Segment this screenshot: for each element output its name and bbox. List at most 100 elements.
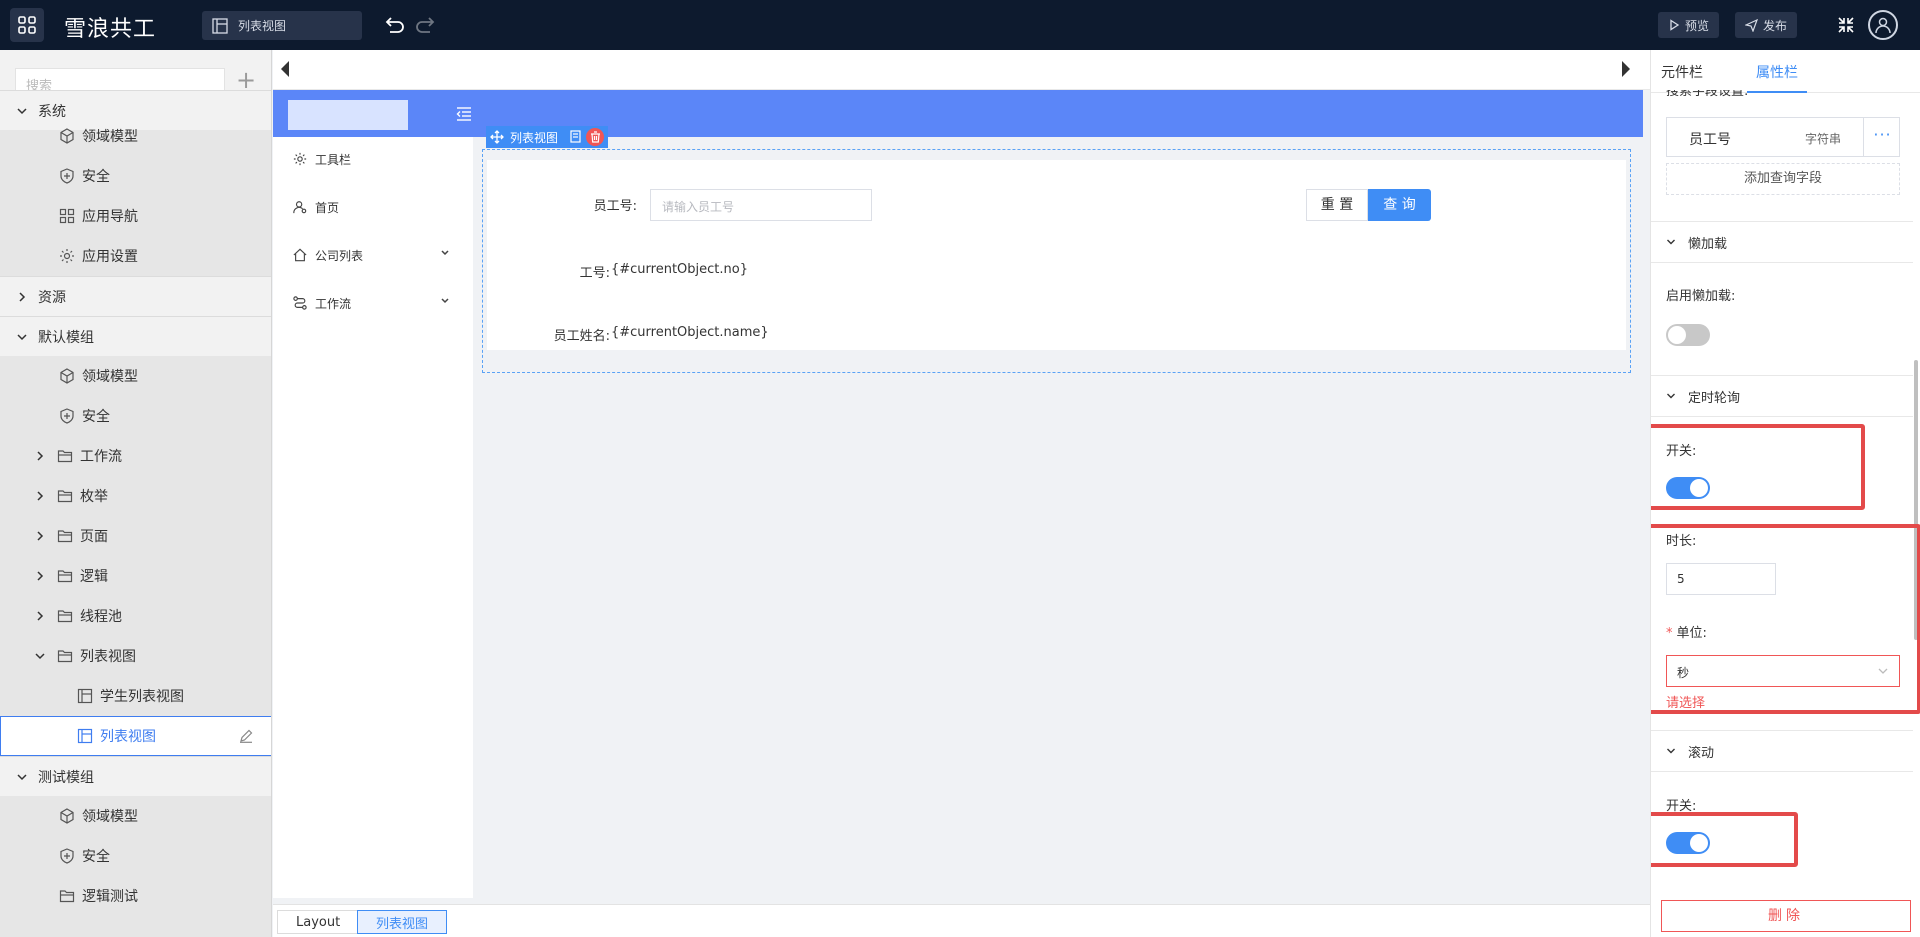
nav-item-workflow[interactable]: 工作流 bbox=[293, 291, 458, 315]
tree-item-domain-model[interactable]: 领域模型 bbox=[0, 116, 271, 156]
nav-item-company-list[interactable]: 公司列表 bbox=[293, 243, 458, 267]
active-tab-indicator bbox=[1747, 91, 1807, 93]
tab-components[interactable]: 元件栏 bbox=[1661, 62, 1703, 82]
tree-item-security[interactable]: 安全 bbox=[0, 396, 271, 436]
chevron-down-icon bbox=[441, 298, 449, 304]
breadcrumb: Layout 列表视图 bbox=[273, 904, 1650, 937]
field-label-name: 员工姓名: bbox=[553, 329, 610, 344]
chevron-right-icon bbox=[32, 448, 48, 464]
tree-folder-logic-test[interactable]: 逻辑测试 bbox=[0, 876, 271, 916]
section-scroll[interactable]: 滚动 bbox=[1651, 730, 1913, 772]
breadcrumb-item-layout[interactable]: Layout bbox=[277, 910, 360, 934]
tree-folder-enum[interactable]: 枚举 bbox=[0, 476, 271, 516]
logo-placeholder bbox=[288, 100, 408, 130]
search-field-label: 员工号: bbox=[593, 199, 637, 214]
trash-icon bbox=[590, 131, 600, 143]
collapse-menu-icon[interactable] bbox=[456, 107, 472, 121]
preview-button[interactable]: 预览 bbox=[1658, 12, 1720, 38]
tree-item-label: 逻辑 bbox=[80, 569, 108, 585]
add-query-field-button[interactable]: 添加查询字段 bbox=[1666, 163, 1900, 195]
user-icon bbox=[293, 201, 307, 214]
breadcrumb-item-list-view[interactable]: 列表视图 bbox=[357, 910, 448, 934]
copy-icon[interactable] bbox=[568, 130, 582, 144]
publish-button[interactable]: 发布 bbox=[1735, 12, 1798, 38]
folder-icon bbox=[56, 647, 74, 665]
publish-label: 发布 bbox=[1763, 18, 1788, 33]
list-view-icon bbox=[212, 17, 228, 34]
employee-number-input[interactable]: 请输入员工号 bbox=[650, 189, 872, 221]
folder-icon bbox=[56, 567, 74, 585]
tree-item-list-view-selected[interactable]: 列表视图 bbox=[0, 716, 271, 756]
tree-folder-thread-pool[interactable]: 线程池 bbox=[0, 596, 271, 636]
edit-icon[interactable] bbox=[239, 729, 253, 743]
list-view-component[interactable]: 员工号: 请输入员工号 重 置 查 询 工号: {#currentObject.… bbox=[482, 149, 1631, 373]
tree-folder-list-view[interactable]: 列表视图 bbox=[0, 636, 271, 676]
section-lazy-load[interactable]: 懒加载 bbox=[1651, 221, 1913, 263]
nav-item-label: 工作流 bbox=[315, 296, 352, 311]
tree-item-app-settings[interactable]: 应用设置 bbox=[0, 236, 271, 276]
send-icon bbox=[1745, 18, 1758, 32]
tree-node-resources[interactable]: 资源 bbox=[0, 276, 271, 316]
chevron-down-icon bbox=[14, 769, 30, 785]
reset-button[interactable]: 重 置 bbox=[1306, 189, 1368, 221]
lazy-load-label: 启用懒加载: bbox=[1666, 289, 1736, 304]
tree-item-app-navigation[interactable]: 应用导航 bbox=[0, 196, 271, 236]
delete-button[interactable]: 删除 bbox=[1661, 900, 1911, 932]
list-view-icon bbox=[76, 687, 94, 705]
grid-icon bbox=[58, 207, 76, 225]
move-icon[interactable] bbox=[490, 130, 504, 144]
user-icon bbox=[1875, 17, 1891, 34]
tab-properties[interactable]: 属性栏 bbox=[1756, 62, 1798, 82]
tree-item-label: 枚举 bbox=[80, 489, 108, 505]
tree-item-security[interactable]: 安全 bbox=[0, 156, 271, 196]
layout-header bbox=[273, 90, 1643, 137]
flow-icon bbox=[293, 296, 307, 310]
chevron-down-icon bbox=[1667, 393, 1675, 399]
list-view-icon bbox=[76, 727, 94, 745]
tree-folder-logic[interactable]: 逻辑 bbox=[0, 556, 271, 596]
nav-item-home[interactable]: 首页 bbox=[293, 195, 458, 219]
folder-icon bbox=[56, 487, 74, 505]
tree-item-domain-model[interactable]: 领域模型 bbox=[0, 356, 271, 396]
tree-folder-pages[interactable]: 页面 bbox=[0, 516, 271, 556]
undo-icon[interactable] bbox=[384, 14, 406, 34]
cube-icon bbox=[58, 367, 76, 385]
play-icon bbox=[1670, 19, 1680, 31]
delete-component-button[interactable] bbox=[586, 128, 605, 146]
scroll-right-icon[interactable] bbox=[1620, 60, 1632, 78]
tree-folder-workflow[interactable]: 工作流 bbox=[0, 436, 271, 476]
nav-item-toolbar[interactable]: 工具栏 bbox=[293, 147, 458, 171]
section-polling[interactable]: 定时轮询 bbox=[1651, 375, 1913, 417]
chevron-down-icon bbox=[14, 329, 30, 345]
cube-icon bbox=[58, 127, 76, 145]
tree-node-default-module[interactable]: 默认模组 bbox=[0, 316, 271, 356]
chevron-down-icon bbox=[1667, 239, 1675, 245]
tree-item-label: 领域模型 bbox=[82, 809, 138, 825]
tree-item-student-list-view[interactable]: 学生列表视图 bbox=[0, 676, 271, 716]
tree-item-label: 安全 bbox=[82, 409, 110, 425]
query-button[interactable]: 查 询 bbox=[1368, 189, 1431, 221]
home-icon bbox=[293, 248, 307, 262]
lazy-load-toggle[interactable] bbox=[1666, 324, 1710, 346]
tree-item-label: 学生列表视图 bbox=[100, 689, 184, 705]
preview-label: 预览 bbox=[1685, 18, 1710, 33]
tree-item-domain-model[interactable]: 领域模型 bbox=[0, 796, 271, 836]
tree-item-security[interactable]: 安全 bbox=[0, 836, 271, 876]
current-page-chip[interactable]: 列表视图 bbox=[202, 11, 362, 40]
apps-grid-icon[interactable] bbox=[10, 8, 44, 42]
highlight-box bbox=[1651, 524, 1920, 714]
tree-node-label: 测试模组 bbox=[38, 769, 94, 786]
tree-node-test-module[interactable]: 测试模组 bbox=[0, 756, 271, 796]
shield-icon bbox=[58, 167, 76, 185]
fullscreen-icon[interactable] bbox=[1836, 15, 1856, 35]
field-label-no: 工号: bbox=[579, 266, 610, 281]
tree-item-label: 安全 bbox=[82, 849, 110, 865]
scroll-left-icon[interactable] bbox=[279, 60, 291, 78]
search-field-name: 员工号 bbox=[1689, 132, 1731, 148]
chevron-down-icon bbox=[1667, 748, 1675, 754]
redo-icon[interactable] bbox=[414, 14, 436, 34]
more-options-button[interactable]: ··· bbox=[1863, 118, 1901, 156]
user-avatar[interactable] bbox=[1868, 10, 1898, 40]
tree-item-label: 列表视图 bbox=[100, 729, 156, 745]
chevron-right-icon bbox=[32, 528, 48, 544]
